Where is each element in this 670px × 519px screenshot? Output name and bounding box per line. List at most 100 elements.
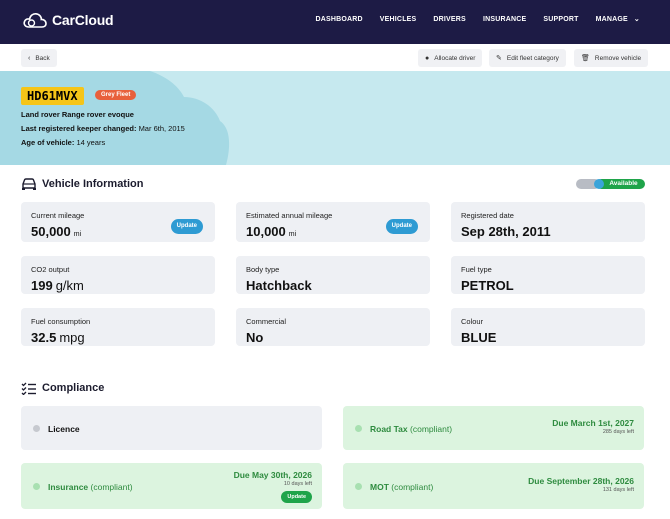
logo[interactable]: CarCloud [22, 11, 114, 29]
card-value: PETROL [461, 278, 514, 293]
update-insurance-button[interactable]: Update [281, 491, 312, 503]
update-annual-mileage-button[interactable]: Update [385, 219, 418, 234]
plus-circle-icon: ● [425, 54, 430, 62]
keeper-label: Last registered keeper changed: [21, 124, 137, 133]
chevron-down-icon: ⌄ [633, 16, 640, 23]
card-label: Current mileage [31, 211, 85, 220]
card-value: 32.5 mpg [31, 330, 85, 345]
card-label: Estimated annual mileage [246, 211, 333, 220]
age-value: 14 years [76, 138, 106, 147]
card-value: No [246, 330, 263, 345]
compliance-card-mot[interactable]: MOT (compliant) Due September 28th, 2026… [343, 463, 644, 509]
edit-fleet-category-button[interactable]: ✎ Edit fleet category [489, 49, 566, 67]
app-name: CarCloud [52, 12, 114, 28]
mileage-unit: mi [73, 231, 82, 238]
nav-manage[interactable]: MANAGE ⌄ [595, 15, 640, 24]
keeper-value: Mar 6th, 2015 [138, 124, 185, 133]
mot-label: MOT [370, 482, 389, 492]
fuel-type-value: PETROL [461, 278, 514, 293]
vehicle-age: Age of vehicle: 14 years [21, 138, 105, 147]
commercial-value: No [246, 330, 264, 345]
allocate-driver-label: Allocate driver [434, 54, 476, 62]
insurance-due: Due May 30th, 2026 [233, 470, 312, 480]
nav-insurance[interactable]: INSURANCE [483, 15, 526, 23]
co2-unit: g/km [55, 278, 84, 293]
vehicle-information-title: Vehicle Information [42, 178, 144, 190]
registered-date-value: Sep 28th, 2011 [461, 224, 551, 239]
card-value: Hatchback [246, 278, 312, 293]
annual-mileage-value: 10,000 [246, 224, 286, 239]
info-card-fuel-type: Fuel type PETROL [451, 256, 645, 294]
keeper-changed: Last registered keeper changed: Mar 6th,… [21, 124, 185, 133]
chevron-left-icon: ‹ [28, 54, 31, 62]
compliance-card-road-tax[interactable]: Road Tax (compliant) Due March 1st, 2027… [343, 406, 644, 450]
road-tax-days-left: 285 days left [602, 429, 634, 435]
nav-dashboard[interactable]: DASHBOARD [315, 15, 362, 23]
vehicle-model: Land rover Range rover evoque [21, 110, 134, 119]
nav-drivers[interactable]: DRIVERS [433, 15, 466, 23]
top-nav: CarCloud DASHBOARD VEHICLES DRIVERS INSU… [0, 0, 670, 44]
mot-due: Due September 28th, 2026 [528, 476, 634, 486]
compliance-name: Road Tax (compliant) [370, 424, 452, 434]
card-value: Sep 28th, 2011 [461, 224, 551, 239]
card-label: Fuel consumption [31, 317, 91, 326]
insurance-label: Insurance [48, 482, 89, 492]
card-label: Commercial [246, 317, 287, 326]
fuel-consumption-value: 32.5 [31, 330, 57, 345]
compliance-card-licence[interactable]: Licence [21, 406, 322, 450]
mot-days-left: 131 days left [602, 487, 634, 493]
allocate-driver-button[interactable]: ● Allocate driver [418, 49, 483, 67]
compliance-title: Compliance [42, 382, 105, 394]
card-value: 199 g/km [31, 278, 84, 293]
compliance-name: Licence [48, 424, 80, 434]
back-button[interactable]: ‹ Back [21, 49, 57, 67]
road-tax-status: (compliant) [410, 424, 453, 434]
nav-vehicles[interactable]: VEHICLES [380, 15, 417, 23]
update-mileage-button[interactable]: Update [170, 219, 203, 234]
remove-vehicle-button[interactable]: 🗑 Remove vehicle [574, 49, 649, 67]
insurance-status: (compliant) [90, 482, 133, 492]
edit-fleet-category-label: Edit fleet category [506, 54, 559, 62]
card-label: Fuel type [461, 265, 492, 274]
card-value: BLUE [461, 330, 496, 345]
edit-icon: ✎ [496, 55, 502, 62]
checklist-icon [21, 382, 36, 395]
status-dot [33, 483, 40, 490]
compliance-name: Insurance (compliant) [48, 482, 133, 492]
card-value: 10,000 mi [246, 224, 296, 239]
info-card-current-mileage: Current mileage 50,000 mi Update [21, 202, 215, 242]
info-card-body-type: Body type Hatchback [236, 256, 430, 294]
colour-value: BLUE [461, 330, 497, 345]
info-card-colour: Colour BLUE [451, 308, 645, 346]
compliance-name: MOT (compliant) [370, 482, 433, 492]
info-card-fuel-consumption: Fuel consumption 32.5 mpg [21, 308, 215, 346]
fleet-badge: Grey Fleet [95, 90, 137, 100]
car-icon [22, 178, 36, 190]
info-card-commercial: Commercial No [236, 308, 430, 346]
annual-mileage-unit: mi [288, 231, 297, 238]
status-dot [355, 425, 362, 432]
compliance-card-insurance[interactable]: Insurance (compliant) Due May 30th, 2026… [21, 463, 322, 509]
road-tax-due: Due March 1st, 2027 [552, 418, 634, 428]
card-value: 50,000 mi [31, 224, 81, 239]
mot-status: (compliant) [391, 482, 434, 492]
nav-support[interactable]: SUPPORT [543, 15, 578, 23]
info-card-co2: CO2 output 199 g/km [21, 256, 215, 294]
nav-manage-label: MANAGE [595, 15, 628, 23]
age-label: Age of vehicle: [21, 138, 75, 147]
info-card-registered-date: Registered date Sep 28th, 2011 [451, 202, 645, 242]
road-tax-label: Road Tax [370, 424, 408, 434]
remove-vehicle-label: Remove vehicle [594, 54, 642, 62]
card-label: CO2 output [31, 265, 70, 274]
main-nav: DASHBOARD VEHICLES DRIVERS INSURANCE SUP… [298, 15, 640, 24]
status-dot [355, 483, 362, 490]
co2-value: 199 [31, 278, 53, 293]
toggle-knob[interactable] [594, 179, 604, 189]
trash-icon: 🗑 [581, 55, 590, 62]
card-label: Colour [461, 317, 484, 326]
back-label: Back [35, 54, 50, 62]
license-plate: HD61MVX [21, 87, 84, 105]
mileage-value: 50,000 [31, 224, 71, 239]
card-label: Body type [246, 265, 280, 274]
card-label: Registered date [461, 211, 514, 220]
